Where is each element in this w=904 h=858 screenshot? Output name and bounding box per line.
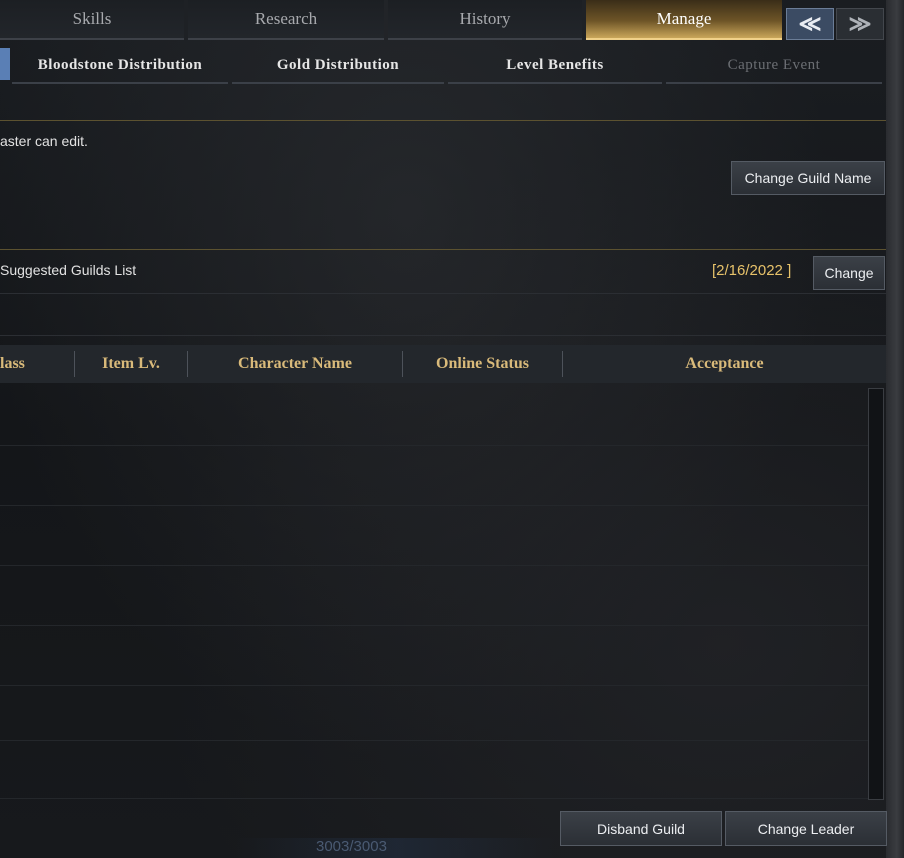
section-divider [0, 335, 886, 336]
table-row [0, 625, 872, 626]
column-class[interactable]: lass [0, 345, 30, 383]
next-page-icon[interactable]: ≫ [836, 8, 884, 40]
table-row [0, 505, 872, 506]
tab-manage[interactable]: Manage [586, 0, 782, 40]
column-online-status[interactable]: Online Status [403, 345, 562, 383]
first-page-icon[interactable]: ≪ [786, 8, 834, 40]
change-leader-button[interactable]: Change Leader [725, 811, 887, 846]
change-guild-name-button[interactable]: Change Guild Name [731, 161, 885, 195]
subtab-level-benefits[interactable]: Level Benefits [448, 48, 662, 84]
subtab-gold-distribution[interactable]: Gold Distribution [232, 48, 444, 84]
column-acceptance[interactable]: Acceptance [563, 345, 886, 383]
applicants-table-header: lass Item Lv. Character Name Online Stat… [0, 345, 886, 383]
edit-permission-note: aster can edit. [0, 133, 88, 149]
table-scrollbar[interactable] [868, 388, 884, 800]
table-row [0, 685, 872, 686]
tab-history[interactable]: History [388, 0, 582, 40]
side-panel-edge [886, 0, 904, 858]
section-divider [0, 249, 886, 250]
table-row [0, 740, 872, 741]
table-row [0, 565, 872, 566]
suggested-guilds-label: Suggested Guilds List [0, 262, 137, 278]
suggested-date: [2/16/2022 ] [712, 262, 792, 279]
background [0, 0, 904, 858]
section-divider [0, 120, 886, 121]
tab-research[interactable]: Research [188, 0, 384, 40]
table-row [0, 798, 872, 799]
sub-tab-indicator [0, 48, 10, 80]
footer-bar [236, 838, 556, 858]
disband-guild-button[interactable]: Disband Guild [560, 811, 722, 846]
change-suggested-button[interactable]: Change [813, 256, 885, 290]
table-row [0, 445, 872, 446]
capacity-counter: 3003/3003 [316, 838, 387, 855]
subtab-bloodstone-distribution[interactable]: Bloodstone Distribution [12, 48, 228, 84]
column-character-name[interactable]: Character Name [188, 345, 402, 383]
subtab-capture-event[interactable]: Capture Event [666, 48, 882, 84]
column-item-level[interactable]: Item Lv. [75, 345, 187, 383]
section-divider [0, 293, 886, 294]
tab-skills[interactable]: Skills [0, 0, 184, 40]
